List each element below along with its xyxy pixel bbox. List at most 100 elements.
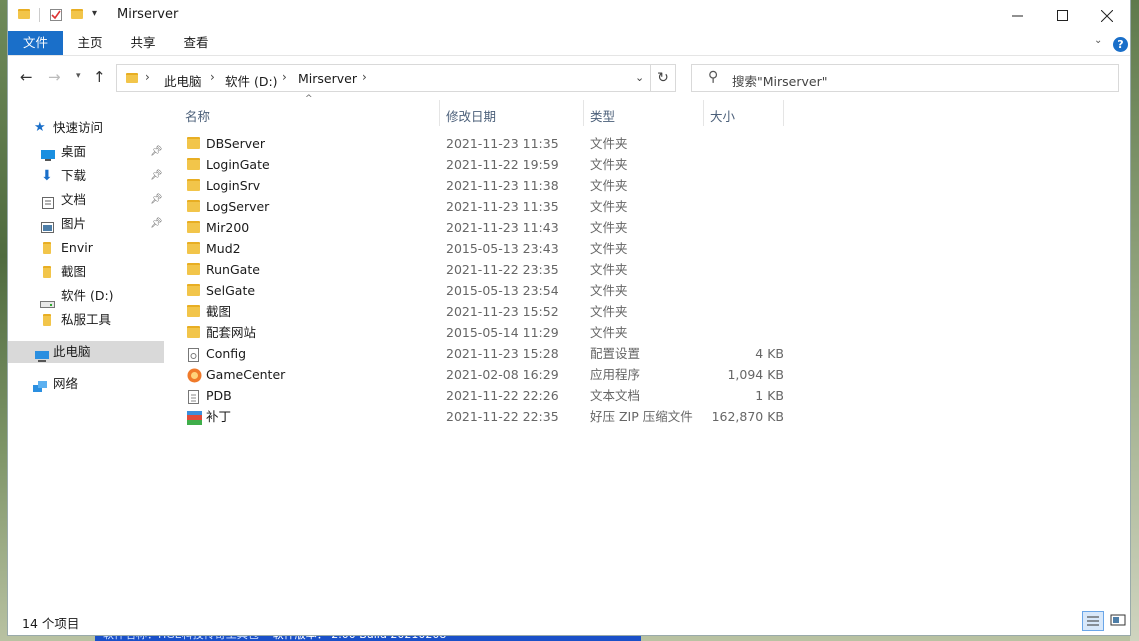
refresh-icon: ↻	[657, 70, 669, 86]
column-divider[interactable]	[439, 100, 440, 126]
properties-check-icon[interactable]	[50, 9, 62, 21]
search-icon: ⚲	[708, 69, 719, 85]
file-type: 应用程序	[590, 367, 641, 382]
address-dropdown-icon[interactable]: ⌄	[635, 71, 644, 84]
file-row[interactable]: 截图 2021-11-23 15:52 文件夹	[176, 301, 784, 322]
file-name: LoginGate	[206, 157, 270, 172]
file-name: SelGate	[206, 283, 256, 298]
close-icon	[1101, 9, 1113, 22]
maximize-button[interactable]	[1039, 0, 1085, 31]
tab-share[interactable]: 共享	[121, 31, 165, 55]
file-name: PDB	[206, 388, 232, 403]
file-row[interactable]: PDB 2021-11-22 22:26 文本文档 1 KB	[176, 385, 784, 406]
file-row[interactable]: 补丁 2021-11-22 22:35 好压 ZIP 压缩文件 162,870 KB	[176, 406, 784, 427]
sidebar-item-label: 下载	[61, 168, 87, 183]
recent-locations-chevron-icon[interactable]: ▾	[76, 71, 81, 81]
tab-file[interactable]: 文件	[8, 31, 63, 55]
sidebar-item-network[interactable]: 网络	[8, 373, 164, 395]
file-type: 文件夹	[590, 157, 628, 172]
file-row[interactable]: LoginGate 2021-11-22 19:59 文件夹	[176, 154, 784, 175]
sidebar-item-quick-access[interactable]: ★ 快速访问	[8, 117, 164, 139]
close-button[interactable]	[1084, 0, 1130, 31]
column-divider[interactable]	[783, 100, 784, 126]
drive-icon	[40, 293, 55, 308]
file-row[interactable]: LoginSrv 2021-11-23 11:38 文件夹	[176, 175, 784, 196]
address-bar[interactable]: › 此电脑 › 软件 (D:) › Mirserver › ⌄	[116, 64, 676, 92]
breadcrumb-separator-icon[interactable]: ›	[210, 70, 215, 84]
search-input[interactable]: ⚲ 搜索"Mirserver"	[691, 64, 1119, 92]
qat-dropdown-icon[interactable]: ▾	[92, 8, 97, 19]
file-name: DBServer	[206, 136, 265, 151]
file-modified-date: 2021-11-22 23:35	[446, 262, 559, 277]
large-icons-view-button[interactable]	[1108, 611, 1130, 631]
folder-icon	[187, 242, 200, 254]
sidebar-item-screenshots[interactable]: 截图	[8, 261, 164, 283]
sidebar-item-desktop[interactable]: 桌面 📌︎	[8, 141, 164, 163]
column-divider[interactable]	[703, 100, 704, 126]
file-row[interactable]: DBServer 2021-11-23 11:35 文件夹	[176, 133, 784, 154]
file-row[interactable]: Mud2 2015-05-13 23:43 文件夹	[176, 238, 784, 259]
download-icon: ⬇	[41, 168, 53, 184]
file-row[interactable]: LogServer 2021-11-23 11:35 文件夹	[176, 196, 784, 217]
sidebar-item-documents[interactable]: 文档 📌︎	[8, 189, 164, 211]
sidebar-item-tools[interactable]: 私服工具	[8, 309, 164, 331]
breadcrumb-separator-icon[interactable]: ›	[282, 70, 287, 84]
file-row[interactable]: 配套网站 2015-05-14 11:29 文件夹	[176, 322, 784, 343]
document-icon	[42, 194, 54, 209]
forward-arrow-icon[interactable]: →	[48, 68, 61, 86]
tab-view[interactable]: 查看	[174, 31, 218, 55]
address-folder-icon	[126, 73, 138, 83]
breadcrumb-this-pc[interactable]: 此电脑	[164, 71, 202, 90]
sidebar-item-pictures[interactable]: 图片 📌︎	[8, 213, 164, 235]
breadcrumb-mirserver[interactable]: Mirserver	[298, 71, 357, 86]
breadcrumb-separator-icon[interactable]: ›	[145, 70, 150, 84]
minimize-icon	[1011, 15, 1023, 17]
refresh-button[interactable]: ↻	[650, 64, 676, 92]
column-header-size[interactable]: 大小	[710, 106, 735, 125]
ribbon-expand-chevron-icon[interactable]: ⌄	[1094, 35, 1102, 46]
breadcrumb-separator-icon[interactable]: ›	[362, 70, 367, 84]
file-row[interactable]: RunGate 2021-11-22 23:35 文件夹	[176, 259, 784, 280]
file-size: 4 KB	[755, 346, 784, 361]
details-view-button[interactable]	[1082, 611, 1104, 631]
column-header-name[interactable]: 名称	[185, 106, 210, 125]
tab-home[interactable]: 主页	[68, 31, 112, 55]
file-modified-date: 2021-11-22 19:59	[446, 157, 559, 172]
sidebar-item-envir[interactable]: Envir	[8, 237, 164, 259]
desktop-background	[1130, 0, 1139, 641]
pin-icon[interactable]: 📌︎	[150, 213, 163, 235]
pin-icon[interactable]: 📌︎	[150, 189, 163, 211]
file-modified-date: 2021-11-23 15:52	[446, 304, 559, 319]
file-modified-date: 2021-11-22 22:26	[446, 388, 559, 403]
file-size: 1,094 KB	[727, 367, 784, 382]
sidebar-item-drive-d[interactable]: 软件 (D:)	[8, 285, 164, 308]
file-type: 文件夹	[590, 241, 628, 256]
pin-icon[interactable]: 📌︎	[150, 165, 163, 187]
sidebar-item-this-pc[interactable]: 此电脑	[8, 341, 164, 363]
file-type: 文件夹	[590, 178, 628, 193]
file-type: 文件夹	[590, 283, 628, 298]
column-header-date[interactable]: 修改日期	[446, 106, 496, 125]
breadcrumb-drive-d[interactable]: 软件 (D:)	[225, 71, 278, 90]
file-name: 补丁	[206, 409, 232, 424]
pin-icon[interactable]: 📌︎	[150, 141, 163, 163]
search-placeholder: 搜索"Mirserver"	[732, 74, 828, 89]
file-row[interactable]: SelGate 2015-05-13 23:54 文件夹	[176, 280, 784, 301]
item-count: 14 个项目	[22, 616, 80, 631]
file-row[interactable]: Mir200 2021-11-23 11:43 文件夹	[176, 217, 784, 238]
up-arrow-icon[interactable]: ↑	[93, 68, 106, 86]
file-modified-date: 2021-11-23 11:35	[446, 136, 559, 151]
picture-icon	[41, 218, 54, 233]
back-arrow-icon[interactable]: ←	[20, 68, 33, 86]
minimize-button[interactable]	[994, 0, 1040, 31]
column-header-type[interactable]: 类型	[590, 106, 615, 125]
file-row[interactable]: Config 2021-11-23 15:28 配置设置 4 KB	[176, 343, 784, 364]
sidebar-item-downloads[interactable]: ⬇ 下载 📌︎	[8, 165, 164, 187]
title-bar: ▾ Mirserver	[8, 0, 1130, 31]
column-divider[interactable]	[583, 100, 584, 126]
file-row[interactable]: GameCenter 2021-02-08 16:29 应用程序 1,094 KB	[176, 364, 784, 385]
help-icon[interactable]: ?	[1113, 37, 1128, 52]
new-folder-icon[interactable]	[71, 9, 83, 21]
sidebar-item-label: 文档	[61, 192, 87, 207]
explorer-window: ▾ Mirserver 文件 主页 共享 查看 ⌄ ? ← → ▾ ↑ › 此电…	[8, 0, 1130, 635]
